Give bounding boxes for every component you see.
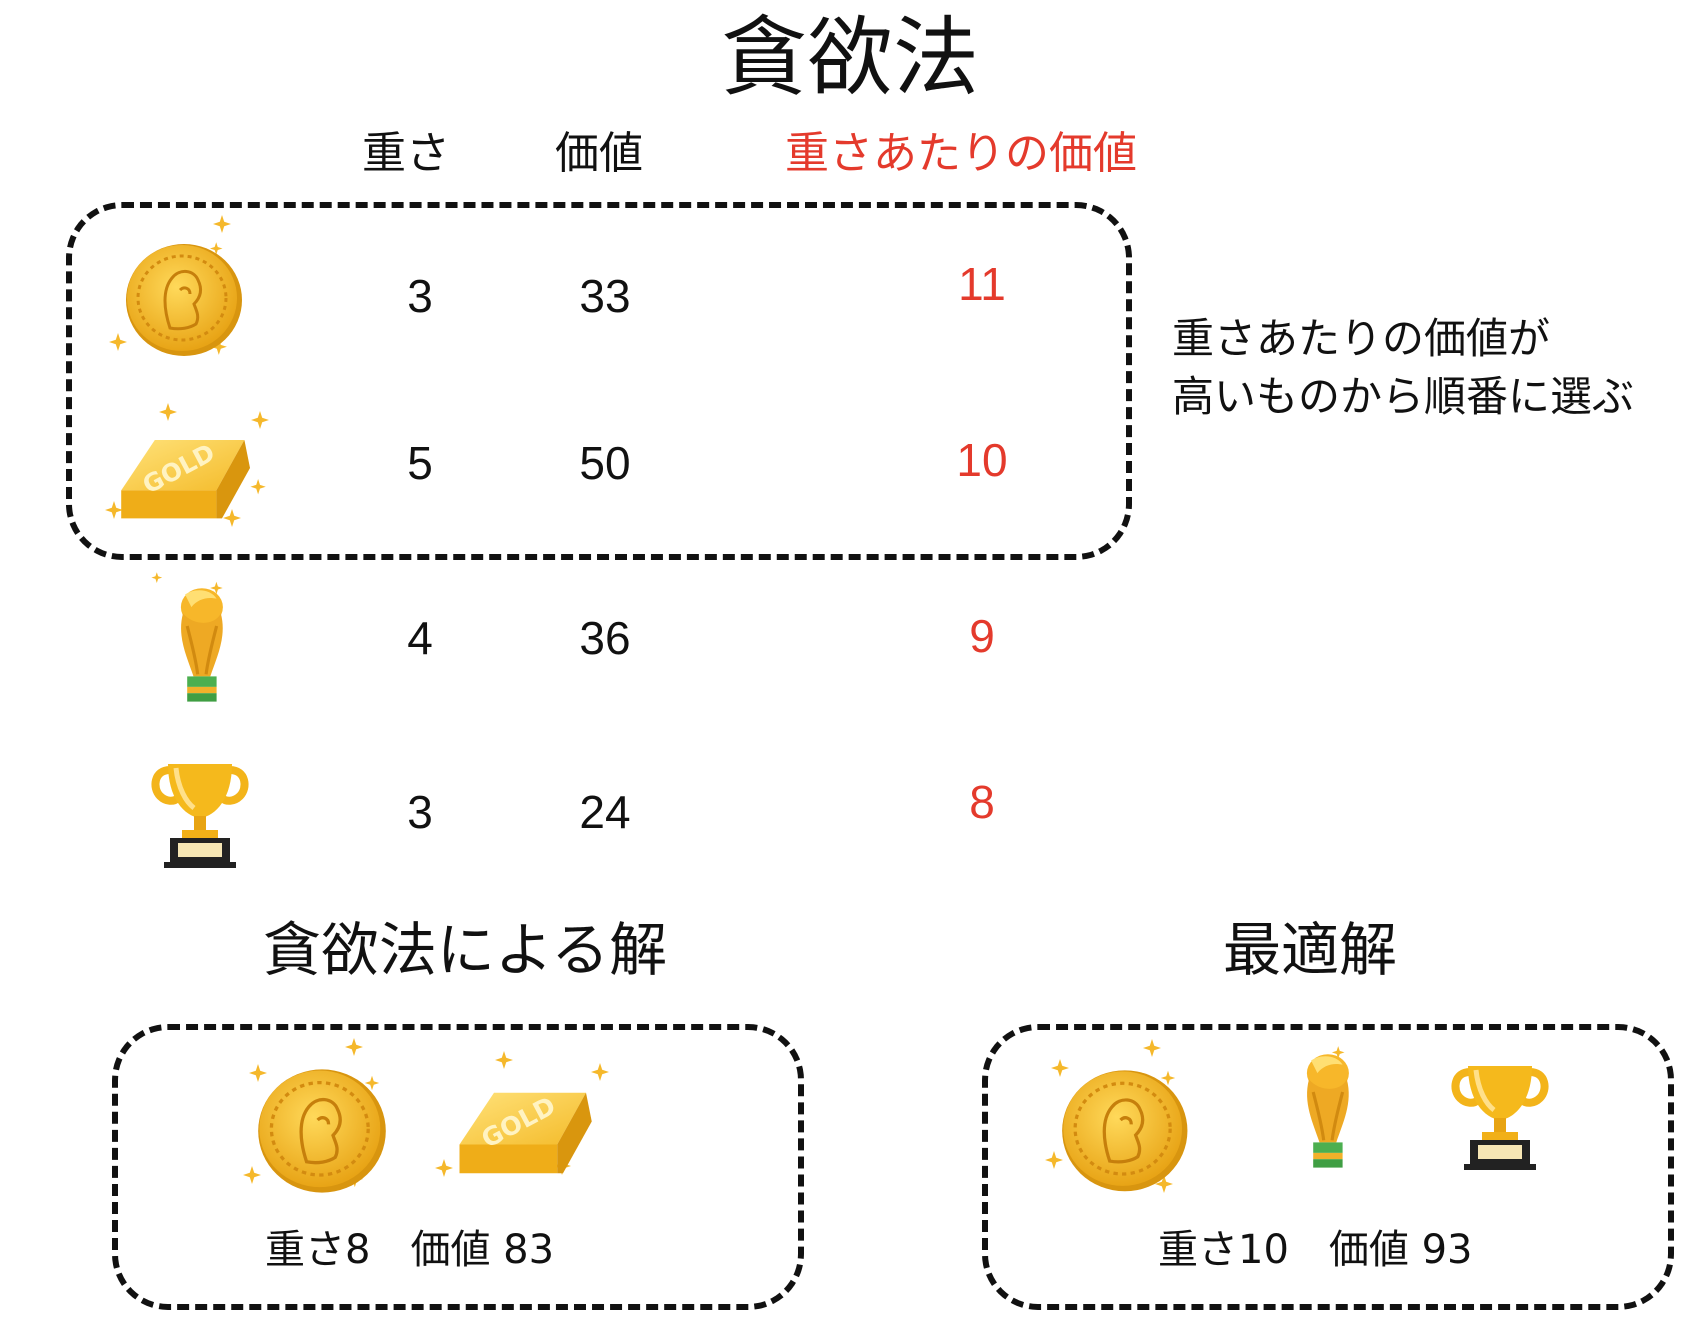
trophy-cup-icon [146, 756, 256, 876]
item-ratio: 11 [958, 258, 1006, 310]
greedy-heading: 貪欲法による解 [262, 916, 668, 984]
optimal-heading: 最適解 [1222, 916, 1397, 984]
gold-coin-icon [243, 1038, 388, 1195]
note-line: 高いものから順番に選ぶ [1172, 372, 1635, 421]
optimal-summary: 重さ10 価値 93 [1158, 1227, 1473, 1273]
item-weight: 3 [407, 786, 433, 838]
world-cup-trophy-icon [151, 572, 225, 704]
world-cup-trophy-icon [1305, 1046, 1351, 1170]
greedy-summary: 重さ8 価値 83 [265, 1227, 555, 1273]
gold-bar-icon [105, 403, 269, 527]
note-line: 重さあたりの価値が [1172, 314, 1551, 363]
item-value: 50 [579, 437, 631, 489]
gold-bar-icon [435, 1051, 609, 1177]
item-value: 33 [579, 270, 631, 322]
gold-coin-icon [109, 215, 244, 358]
header-weight: 重さ [362, 128, 450, 179]
item-ratio: 10 [956, 434, 1008, 486]
item-weight: 3 [407, 270, 433, 322]
trophy-cup-icon [1446, 1058, 1556, 1178]
item-value: 36 [579, 612, 631, 664]
item-value: 24 [579, 786, 631, 838]
selection-note: 重さあたりの価値が 高いものから順番に選ぶ [1172, 310, 1634, 426]
item-weight: 5 [407, 437, 433, 489]
item-ratio: 8 [969, 776, 995, 828]
page-title: 貪欲法 [721, 8, 979, 108]
item-ratio: 9 [969, 610, 995, 662]
header-ratio: 重さあたりの価値 [785, 128, 1137, 179]
item-weight: 4 [407, 612, 433, 664]
header-value: 価値 [555, 128, 643, 179]
gold-coin-icon [1045, 1039, 1190, 1193]
